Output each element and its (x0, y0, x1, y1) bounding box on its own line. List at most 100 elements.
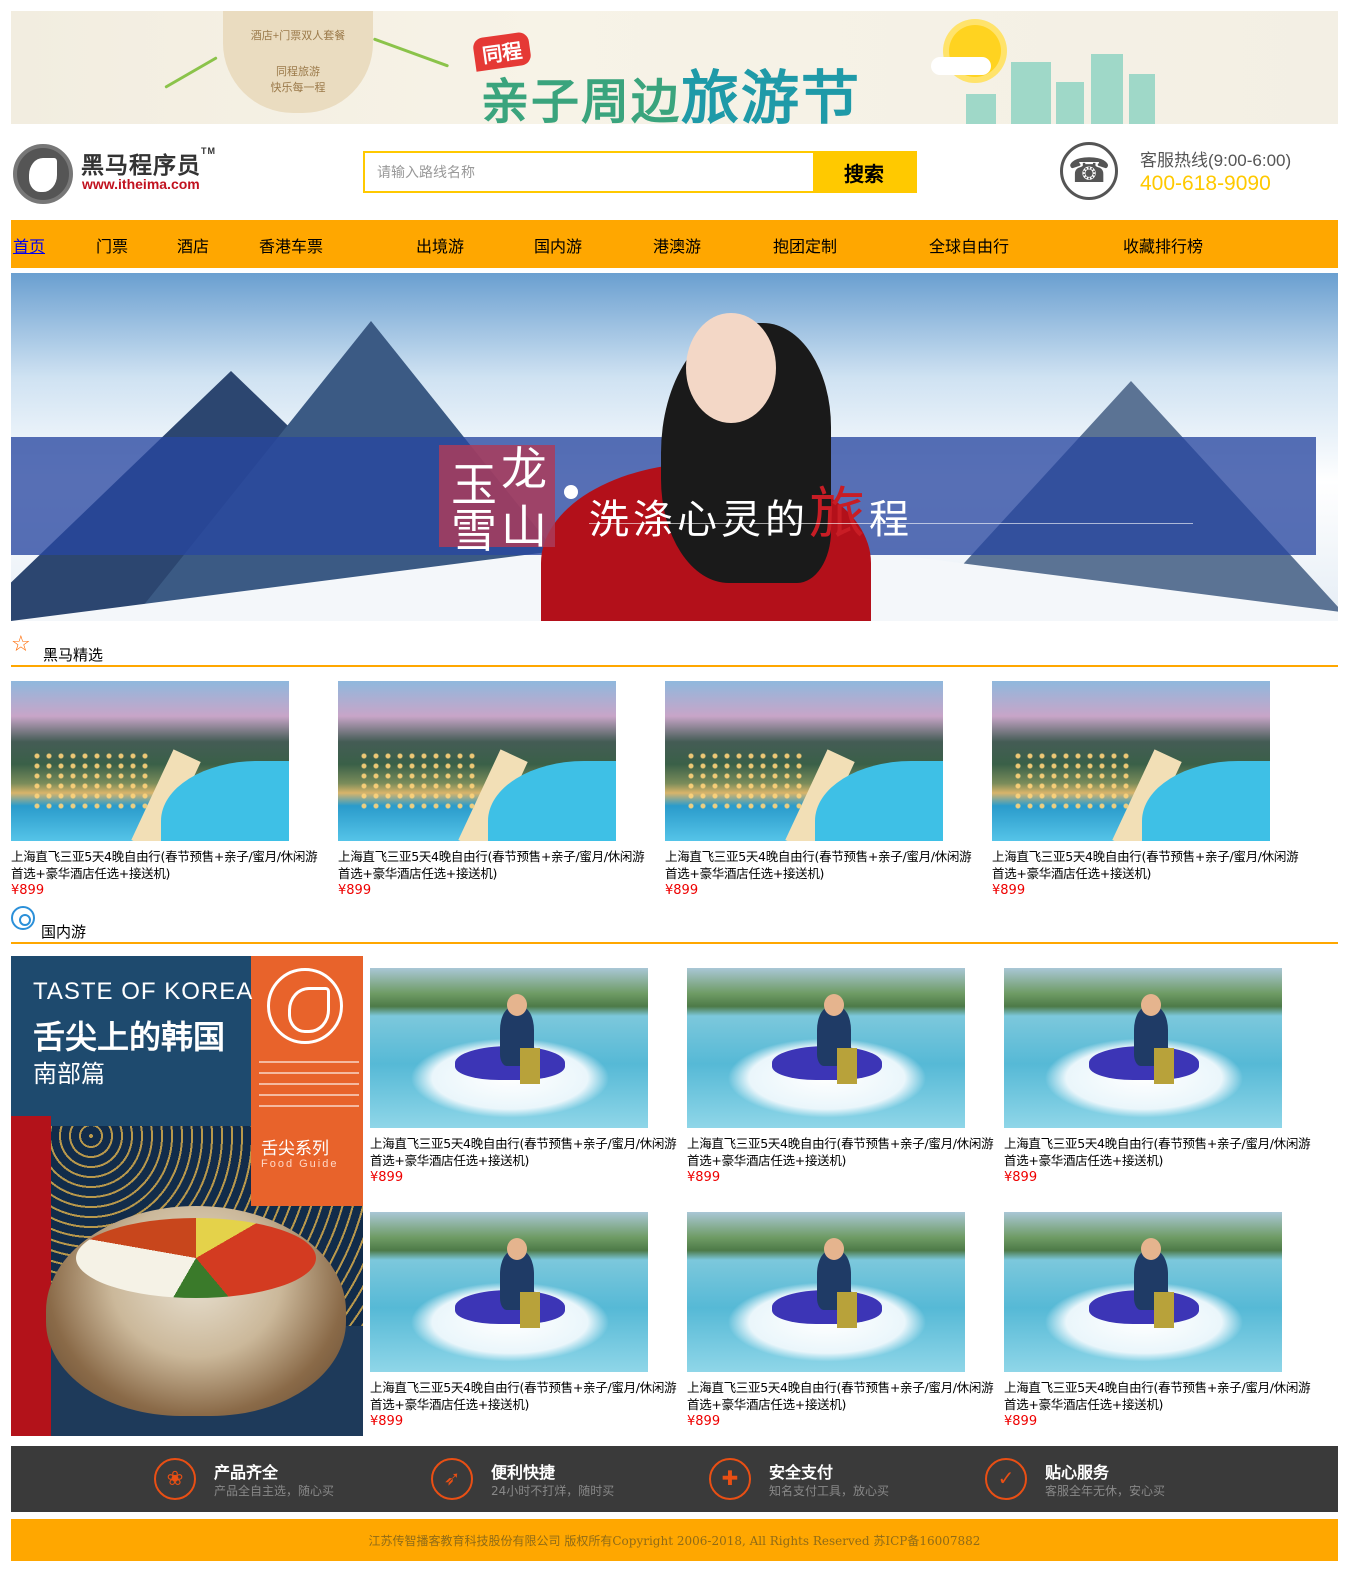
product-image[interactable] (338, 681, 616, 841)
rider-head-decoration (507, 994, 527, 1016)
product-card[interactable]: 上海直飞三亚5天4晚自由行(春节预售+亲子/蜜月/休闲游首选+豪华酒店任选+接送… (687, 968, 1003, 1185)
hero-slogan-part1: 洗涤心灵的 (589, 497, 809, 543)
product-image[interactable] (370, 1212, 648, 1372)
feature-item: ➶ 便利快捷 24小时不打烊，随时买 (431, 1456, 691, 1502)
feature-subtitle: 客服全年无休，安心买 (1045, 1484, 1166, 1498)
domestic-section: TASTE OF KOREA 舌尖上的韩国 南部篇 舌尖系列 Food Guid… (11, 956, 1338, 1438)
product-title[interactable]: 上海直飞三亚5天4晚自由行(春节预售+亲子/蜜月/休闲游首选+豪华酒店任选+接送… (1004, 1379, 1320, 1413)
building-decoration (1129, 74, 1155, 124)
hero-slogan-part2: 程 (869, 497, 913, 543)
ferris-wheel-icon (11, 906, 35, 930)
rider-legs-decoration (1154, 1292, 1174, 1328)
nav-item-group-custom[interactable]: 抱团定制 (773, 233, 837, 257)
nav-item-outbound[interactable]: 出境游 (416, 233, 464, 257)
nav-item-home[interactable]: 首页 (13, 233, 45, 257)
rocket-icon: ➶ (431, 1458, 473, 1500)
site-logo[interactable]: 黑马程序员TM www.itheima.com (13, 144, 233, 204)
copyright-text: 江苏传智播客教育科技股份有限公司 版权所有Copyright 2006-2018… (368, 1534, 981, 1548)
feature-title: 便利快捷 (491, 1463, 556, 1482)
hero-slogan: 洗涤心灵的旅程 (589, 469, 913, 550)
product-image[interactable] (665, 681, 943, 841)
promo-poster-korea[interactable]: TASTE OF KOREA 舌尖上的韩国 南部篇 舌尖系列 Food Guid… (11, 956, 363, 1436)
product-card[interactable]: 上海直飞三亚5天4晚自由行(春节预售+亲子/蜜月/休闲游首选+豪华酒店任选+接送… (11, 681, 327, 898)
product-image[interactable] (992, 681, 1270, 841)
product-card[interactable]: 上海直飞三亚5天4晚自由行(春节预售+亲子/蜜月/休闲游首选+豪华酒店任选+接送… (992, 681, 1308, 898)
logo-name: 黑马程序员TM (81, 146, 216, 180)
product-price: ¥899 (11, 883, 45, 898)
hero-banner[interactable]: 玉 龙 雪 山 洗涤心灵的旅程 (11, 273, 1338, 621)
product-card[interactable]: 上海直飞三亚5天4晚自由行(春节预售+亲子/蜜月/休闲游首选+豪华酒店任选+接送… (687, 1212, 1003, 1429)
product-image[interactable] (1004, 968, 1282, 1128)
logo-trademark: TM (201, 146, 216, 156)
product-title[interactable]: 上海直飞三亚5天4晚自由行(春节预售+亲子/蜜月/休闲游首选+豪华酒店任选+接送… (370, 1379, 686, 1413)
logo-url: www.itheima.com (82, 176, 200, 192)
product-image[interactable] (687, 968, 965, 1128)
product-image[interactable] (1004, 1212, 1282, 1372)
product-price: ¥899 (1004, 1170, 1038, 1185)
nav-item-hotels[interactable]: 酒店 (177, 233, 209, 257)
hotline-label: 客服热线(9:00-6:00) (1140, 151, 1292, 170)
feature-item: ✚ 安全支付 知名支付工具，放心买 (709, 1456, 969, 1502)
search-button[interactable]: 搜索 (813, 153, 915, 191)
product-price: ¥899 (992, 883, 1026, 898)
resort-lights-decoration (358, 751, 478, 811)
product-title[interactable]: 上海直飞三亚5天4晚自由行(春节预售+亲子/蜜月/休闲游首选+豪华酒店任选+接送… (992, 848, 1308, 882)
product-title[interactable]: 上海直飞三亚5天4晚自由行(春节预售+亲子/蜜月/休闲游首选+豪华酒店任选+接送… (370, 1135, 686, 1169)
product-card[interactable]: 上海直飞三亚5天4晚自由行(春节预售+亲子/蜜月/休闲游首选+豪华酒店任选+接送… (370, 1212, 686, 1429)
nav-item-hk-macau[interactable]: 港澳游 (653, 233, 701, 257)
top-promo-banner[interactable]: 酒店+门票双人套餐 同程旅游 快乐每一程 同程 亲子周边旅游节 (11, 11, 1338, 124)
nav-item-favorites-ranking[interactable]: 收藏排行榜 (1123, 233, 1203, 257)
product-card[interactable]: 上海直飞三亚5天4晚自由行(春节预售+亲子/蜜月/休闲游首选+豪华酒店任选+接送… (1004, 968, 1320, 1185)
rider-legs-decoration (520, 1048, 540, 1084)
poster-series: 舌尖系列 (261, 1139, 329, 1159)
nav-item-global-free[interactable]: 全球自由行 (929, 233, 1009, 257)
phone-icon (1060, 142, 1118, 200)
poster-top-list (259, 1061, 359, 1111)
hero-bullet (564, 485, 578, 499)
section-title: 黑马精选 (43, 646, 104, 664)
hero-figure (541, 313, 1011, 621)
hero-underline (589, 523, 1193, 524)
hotline-number: 400-618-9090 (1140, 172, 1271, 195)
product-price: ¥899 (370, 1414, 404, 1429)
bibimbap-food-image (76, 1218, 316, 1298)
building-decoration (1056, 82, 1084, 124)
rider-head-decoration (1141, 1238, 1161, 1260)
product-image[interactable] (11, 681, 289, 841)
cloud-icon (931, 57, 991, 75)
site-footer: 江苏传智播客教育科技股份有限公司 版权所有Copyright 2006-2018… (11, 1519, 1338, 1561)
product-image[interactable] (370, 968, 648, 1128)
rooster-logo-icon (267, 968, 343, 1044)
product-title[interactable]: 上海直飞三亚5天4晚自由行(春节预售+亲子/蜜月/休闲游首选+豪华酒店任选+接送… (11, 848, 327, 882)
building-decoration (1091, 54, 1123, 124)
rider-head-decoration (824, 994, 844, 1016)
product-card[interactable]: 上海直飞三亚5天4晚自由行(春节预售+亲子/蜜月/休闲游首选+豪华酒店任选+接送… (665, 681, 981, 898)
poster-title-en: TASTE OF KOREA (33, 978, 254, 1005)
product-card[interactable]: 上海直飞三亚5天4晚自由行(春节预售+亲子/蜜月/休闲游首选+豪华酒店任选+接送… (370, 968, 686, 1185)
product-title[interactable]: 上海直飞三亚5天4晚自由行(春节预售+亲子/蜜月/休闲游首选+豪华酒店任选+接送… (1004, 1135, 1320, 1169)
feature-title: 贴心服务 (1045, 1463, 1110, 1482)
nav-item-domestic[interactable]: 国内游 (534, 233, 582, 257)
poster-series-en: Food Guide (261, 1158, 339, 1170)
product-title[interactable]: 上海直飞三亚5天4晚自由行(春节预售+亲子/蜜月/休闲游首选+豪华酒店任选+接送… (687, 1135, 1003, 1169)
product-title[interactable]: 上海直飞三亚5天4晚自由行(春节预售+亲子/蜜月/休闲游首选+豪华酒店任选+接送… (687, 1379, 1003, 1413)
product-image[interactable] (687, 1212, 965, 1372)
rider-legs-decoration (1154, 1048, 1174, 1084)
product-price: ¥899 (370, 1170, 404, 1185)
grid-icon: ❀ (154, 1458, 196, 1500)
product-price: ¥899 (1004, 1414, 1038, 1429)
feature-subtitle: 知名支付工具，放心买 (769, 1484, 890, 1498)
section-title: 国内游 (41, 923, 87, 941)
search-bar: 搜索 (363, 151, 917, 193)
rider-legs-decoration (837, 1048, 857, 1084)
product-card[interactable]: 上海直飞三亚5天4晚自由行(春节预售+亲子/蜜月/休闲游首选+豪华酒店任选+接送… (1004, 1212, 1320, 1429)
product-price: ¥899 (687, 1414, 721, 1429)
search-input[interactable] (365, 153, 815, 191)
nav-item-hk-bus[interactable]: 香港车票 (259, 233, 323, 257)
nav-item-tickets[interactable]: 门票 (96, 233, 128, 257)
product-title[interactable]: 上海直飞三亚5天4晚自由行(春节预售+亲子/蜜月/休闲游首选+豪华酒店任选+接送… (665, 848, 981, 882)
product-card[interactable]: 上海直飞三亚5天4晚自由行(春节预售+亲子/蜜月/休闲游首选+豪华酒店任选+接送… (338, 681, 654, 898)
product-title[interactable]: 上海直飞三亚5天4晚自由行(春节预售+亲子/蜜月/休闲游首选+豪华酒店任选+接送… (338, 848, 654, 882)
vine-decoration (164, 56, 218, 89)
product-price: ¥899 (665, 883, 699, 898)
